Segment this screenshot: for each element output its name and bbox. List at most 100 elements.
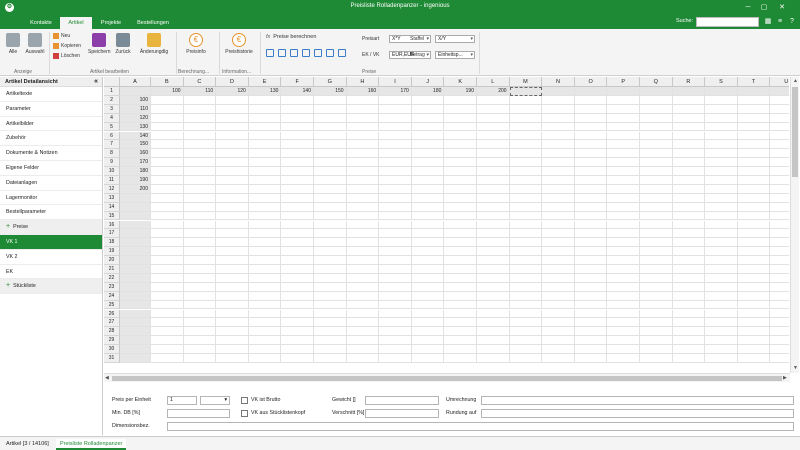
sheet-cell[interactable] bbox=[314, 229, 347, 239]
sheet-cell[interactable] bbox=[542, 167, 575, 176]
sheet-cell[interactable] bbox=[672, 238, 706, 248]
sheet-cell[interactable] bbox=[379, 131, 412, 141]
column-header[interactable]: P bbox=[607, 77, 640, 87]
vertical-scrollbar[interactable]: ▲ ▼ bbox=[790, 77, 799, 373]
sheet-cell[interactable] bbox=[737, 140, 771, 150]
sheet-cell[interactable] bbox=[770, 221, 789, 230]
sheet-cell[interactable] bbox=[477, 256, 510, 265]
sheet-cell[interactable] bbox=[477, 211, 510, 221]
sheet-cell[interactable] bbox=[640, 273, 673, 283]
sheet-cell[interactable] bbox=[281, 167, 314, 176]
sheet-cell[interactable]: 200 bbox=[477, 87, 510, 96]
sheet-cell[interactable] bbox=[509, 211, 543, 221]
sheet-cell[interactable] bbox=[770, 238, 789, 248]
sheet-cell[interactable] bbox=[509, 265, 543, 274]
sheet-cell[interactable] bbox=[379, 211, 412, 221]
sheet-cell[interactable] bbox=[281, 202, 314, 212]
sheet-cell[interactable] bbox=[248, 256, 282, 265]
sheet-cell[interactable] bbox=[542, 327, 575, 337]
sheet-cell[interactable] bbox=[183, 131, 217, 141]
sheet-cell[interactable] bbox=[216, 336, 249, 346]
sheet-cell[interactable] bbox=[542, 211, 575, 221]
sheet-cell[interactable] bbox=[477, 238, 510, 248]
column-header[interactable]: O bbox=[574, 77, 608, 87]
sheet-cell[interactable] bbox=[314, 336, 347, 346]
sheet-cell[interactable] bbox=[770, 140, 789, 150]
column-header[interactable]: H bbox=[346, 77, 380, 87]
sheet-cell[interactable] bbox=[411, 95, 445, 105]
sheet-cell[interactable] bbox=[120, 354, 151, 363]
sheet-cell[interactable] bbox=[183, 291, 217, 301]
sheet-cell[interactable] bbox=[705, 336, 738, 346]
vk-ist-brutto-checkbox[interactable] bbox=[241, 397, 248, 404]
sheet-cell[interactable] bbox=[705, 220, 738, 230]
sheet-cell[interactable] bbox=[183, 158, 217, 168]
sheet-cell[interactable] bbox=[183, 282, 217, 292]
sheet-cell[interactable] bbox=[411, 158, 445, 168]
row-header[interactable]: 31 bbox=[104, 354, 120, 363]
row-header[interactable]: 28 bbox=[104, 327, 120, 337]
sheet-cell[interactable] bbox=[183, 140, 217, 150]
row-header[interactable]: 5 bbox=[104, 122, 120, 132]
sheet-cell[interactable] bbox=[770, 229, 789, 239]
sheet-cell[interactable] bbox=[509, 220, 543, 230]
sheet-cell[interactable] bbox=[444, 131, 477, 141]
sheet-cell[interactable] bbox=[444, 238, 477, 248]
sheet-cell[interactable] bbox=[314, 113, 347, 123]
sheet-cell[interactable] bbox=[216, 95, 249, 105]
sheet-cell[interactable] bbox=[444, 229, 477, 239]
sheet-cell[interactable] bbox=[444, 122, 477, 132]
sheet-cell[interactable] bbox=[379, 193, 412, 203]
sheet-cell[interactable] bbox=[542, 273, 575, 283]
sheet-cell[interactable] bbox=[607, 318, 640, 328]
sheet-cell[interactable] bbox=[248, 336, 282, 346]
sheet-cell[interactable] bbox=[216, 256, 249, 265]
sheet-cell[interactable] bbox=[542, 345, 575, 354]
sheet-cell[interactable] bbox=[607, 256, 640, 265]
sheet-cell[interactable] bbox=[151, 256, 184, 265]
sheet-cell[interactable] bbox=[542, 95, 575, 105]
sheet-cell[interactable] bbox=[509, 131, 543, 141]
sheet-cell[interactable] bbox=[120, 202, 151, 212]
sheet-cell[interactable] bbox=[477, 202, 510, 212]
sheet-cell[interactable] bbox=[183, 273, 217, 283]
sheet-cell[interactable] bbox=[346, 131, 380, 141]
sheet-cell[interactable] bbox=[411, 202, 445, 212]
sheet-cell[interactable] bbox=[120, 309, 151, 319]
sheet-cell[interactable] bbox=[737, 87, 771, 96]
sheet-cell[interactable] bbox=[314, 95, 347, 105]
sheet-cell[interactable] bbox=[314, 309, 347, 319]
sheet-cell[interactable] bbox=[705, 158, 738, 168]
zurueck-button[interactable]: Zurück bbox=[113, 33, 133, 55]
sheet-cell[interactable]: 110 bbox=[120, 104, 151, 114]
sheet-cell[interactable] bbox=[477, 176, 510, 185]
scroll-up-icon[interactable]: ▲ bbox=[793, 78, 798, 84]
vk-aus-stueckliste-checkbox[interactable] bbox=[241, 410, 248, 417]
sheet-cell[interactable] bbox=[640, 336, 673, 346]
sheet-cell[interactable]: 110 bbox=[183, 87, 217, 96]
sheet-cell[interactable] bbox=[737, 282, 771, 292]
sheet-cell[interactable] bbox=[542, 300, 575, 310]
sheet-cell[interactable] bbox=[151, 247, 184, 257]
sheet-cell[interactable] bbox=[672, 282, 706, 292]
table-import-icon[interactable] bbox=[338, 49, 346, 57]
sheet-cell[interactable] bbox=[183, 193, 217, 203]
sheet-cell[interactable] bbox=[542, 202, 575, 212]
kopieren-button[interactable]: Kopieren bbox=[53, 42, 81, 50]
sheet-cell[interactable] bbox=[281, 300, 314, 310]
sheet-cell[interactable] bbox=[346, 122, 380, 132]
sheet-cell[interactable] bbox=[477, 184, 510, 194]
sheet-cell[interactable] bbox=[640, 256, 673, 265]
sheet-cell[interactable] bbox=[411, 256, 445, 265]
sheet-cell[interactable] bbox=[183, 176, 217, 185]
sheet-cell[interactable] bbox=[248, 140, 282, 150]
sheet-cell[interactable] bbox=[444, 345, 477, 354]
sheet-cell[interactable] bbox=[542, 176, 575, 185]
sidebar-item[interactable]: Eigene Felder bbox=[0, 161, 102, 176]
sheet-cell[interactable] bbox=[672, 256, 706, 265]
sidebar-item[interactable]: Bestellparameter bbox=[0, 205, 102, 221]
sheet-cell[interactable] bbox=[705, 309, 738, 319]
sheet-cell[interactable] bbox=[574, 87, 608, 96]
sheet-cell[interactable] bbox=[281, 238, 314, 248]
sheet-cell[interactable] bbox=[607, 131, 640, 141]
